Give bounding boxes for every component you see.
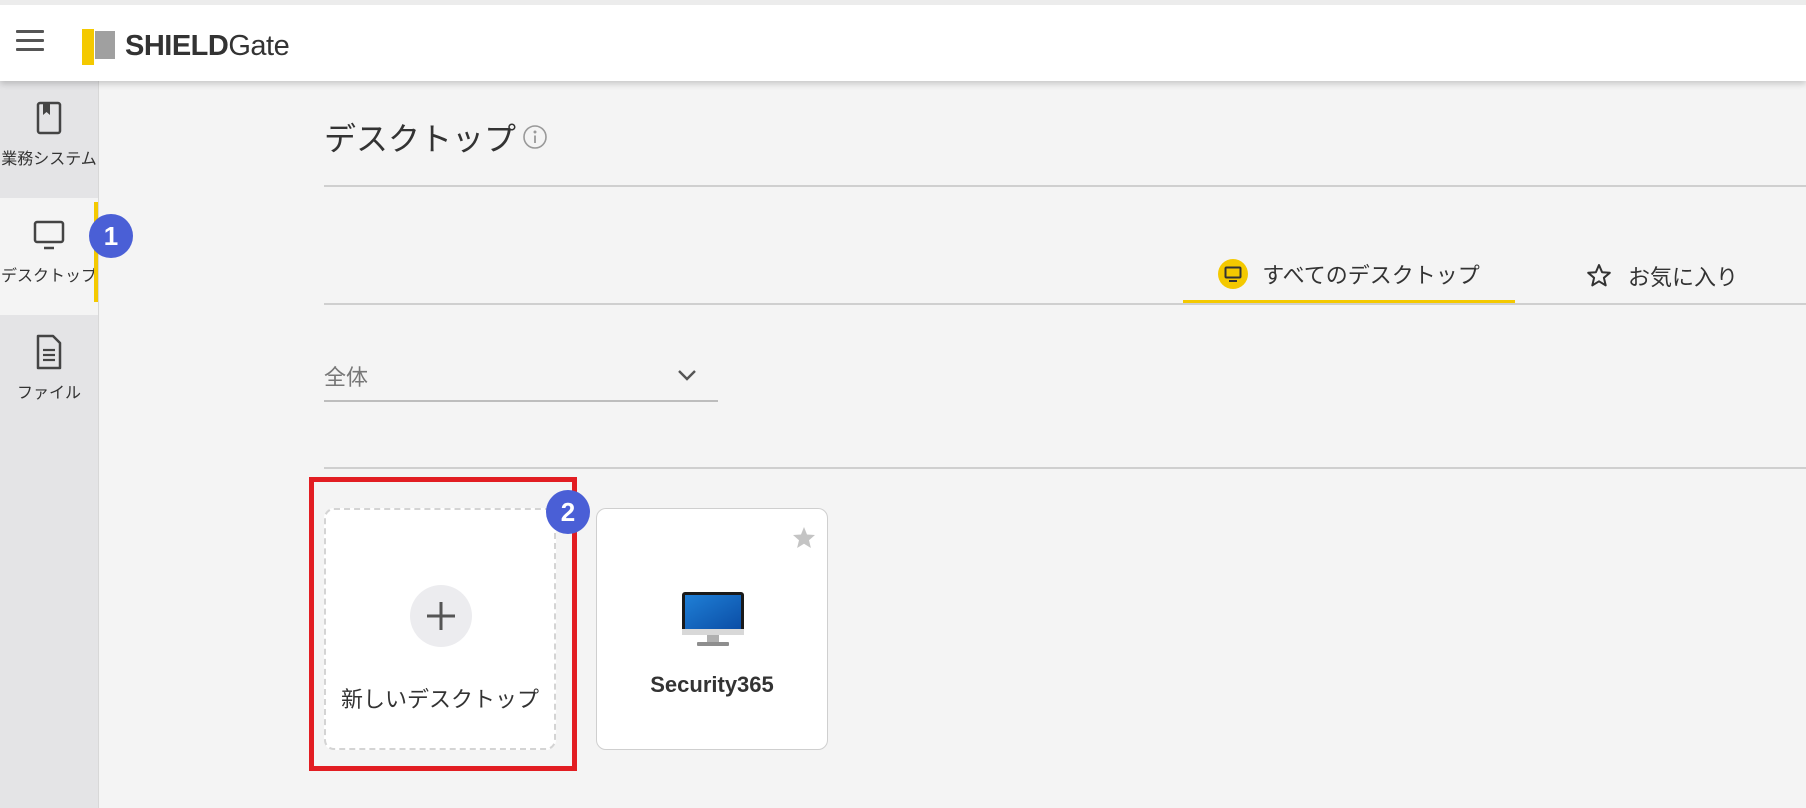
desktop-circle-icon xyxy=(1218,258,1249,289)
sidebar-item-business-systems[interactable]: 業務システム xyxy=(0,81,98,198)
shieldgate-logo-icon xyxy=(82,29,115,65)
group-filter-select[interactable]: 全体 xyxy=(324,350,718,402)
logo-text: SHIELDGate xyxy=(125,29,290,62)
chevron-down-icon xyxy=(678,370,696,381)
group-filter-value: 全体 xyxy=(324,366,369,391)
new-desktop-label: 新しいデスクトップ xyxy=(340,688,539,713)
content-divider xyxy=(324,467,1806,469)
sidebar-item-label: 業務システム xyxy=(1,149,97,168)
step-badge-2: 2 xyxy=(546,490,590,534)
top-bar: SHIELDGate xyxy=(0,0,1806,81)
tab-label: お気に入り xyxy=(1627,266,1738,291)
step-badge-1: 1 xyxy=(89,214,133,258)
hamburger-menu-icon[interactable] xyxy=(16,30,44,54)
sidebar-item-label: デスクトップ xyxy=(0,266,97,285)
plus-icon xyxy=(410,585,472,647)
bookmark-page-icon xyxy=(36,101,62,135)
tab-favorites[interactable]: お気に入り xyxy=(1515,247,1806,305)
monitor-icon xyxy=(33,220,65,250)
document-icon xyxy=(36,334,62,370)
new-desktop-card[interactable]: 新しいデスクトップ xyxy=(324,508,556,750)
title-divider xyxy=(324,185,1806,187)
page-title-text: デスクトップ xyxy=(324,120,517,158)
sidebar-item-desktop[interactable]: デスクトップ xyxy=(0,198,98,315)
tab-all-desktops[interactable]: すべてのデスクトップ xyxy=(1183,247,1515,305)
favorite-star-icon[interactable] xyxy=(791,525,817,551)
app-logo[interactable]: SHIELDGate xyxy=(82,26,290,66)
tabs-divider xyxy=(324,303,1806,305)
sidebar-item-label: ファイル xyxy=(16,383,81,402)
imac-monitor-icon xyxy=(682,592,744,646)
info-icon[interactable] xyxy=(522,124,548,150)
sidebar-item-files[interactable]: ファイル xyxy=(0,315,98,432)
star-outline-icon xyxy=(1587,264,1611,287)
desktop-tabs: すべてのデスクトップ お気に入り xyxy=(1183,247,1806,305)
sidebar: 業務システム デスクトップ ファイル xyxy=(0,81,99,808)
desktop-card-security365[interactable]: Security365 xyxy=(596,508,828,750)
page-title: デスクトップ xyxy=(324,114,548,160)
desktop-name: Security365 xyxy=(650,672,774,697)
tab-label: すべてのデスクトップ xyxy=(1262,263,1480,289)
